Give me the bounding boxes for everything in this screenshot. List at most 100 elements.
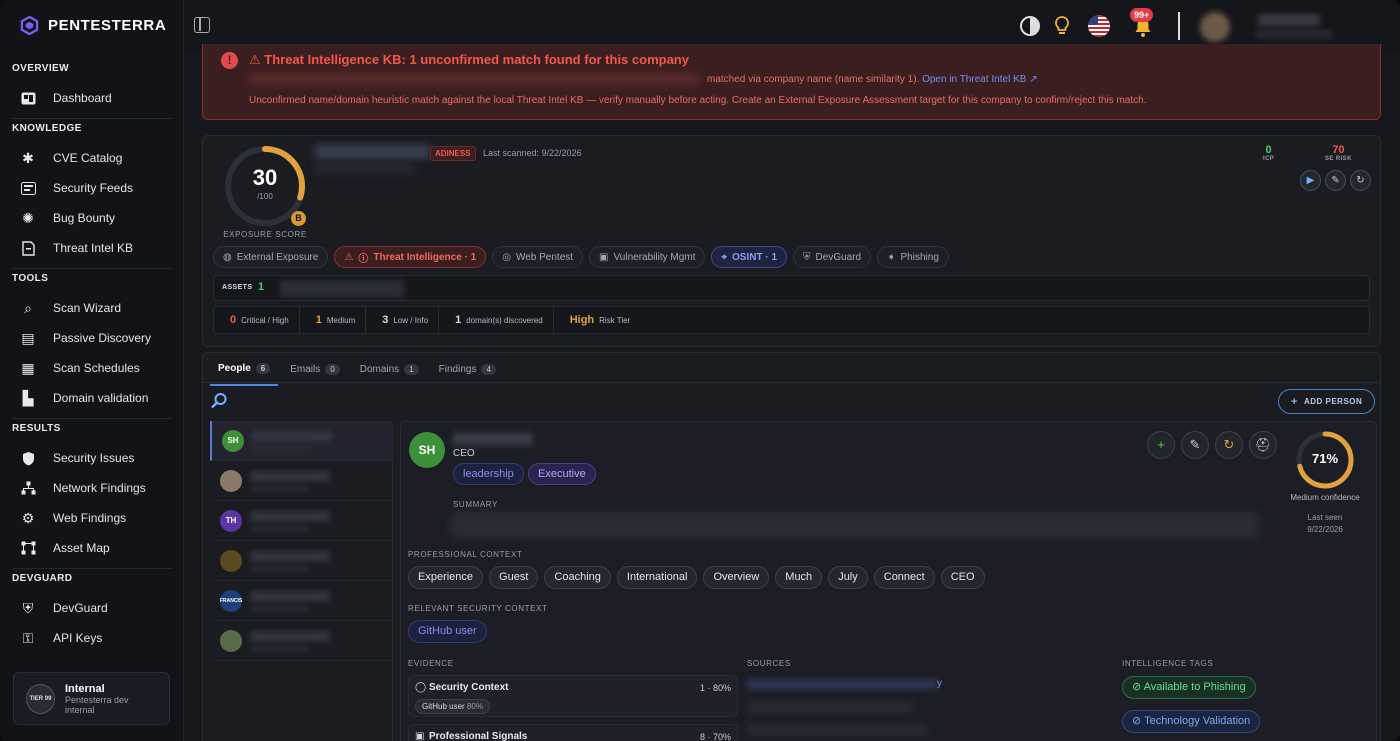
person-row[interactable]: FRANCIS bbox=[210, 581, 393, 621]
nav-bug-bounty[interactable]: ✺ Bug Bounty bbox=[20, 210, 115, 226]
summary-redacted bbox=[451, 512, 1259, 538]
organization-switcher[interactable]: TIER 99 Internal Pentesterra dev interna… bbox=[13, 672, 170, 725]
button-label: ADD PERSON bbox=[1303, 397, 1363, 406]
nav-dashboard[interactable]: Dashboard bbox=[20, 90, 112, 106]
context-tag: July bbox=[828, 566, 868, 589]
stat-label: domain(s) discovered bbox=[466, 315, 543, 325]
source-link-suffix: y bbox=[937, 678, 942, 689]
stat-domains: 1 domain(s) discovered bbox=[439, 306, 554, 334]
kpi-label: SE RISK bbox=[1325, 156, 1352, 162]
security-context-tag: GitHub user bbox=[408, 620, 487, 643]
asset-redacted[interactable] bbox=[280, 280, 404, 297]
chip-label: Vulnerability Mgmt bbox=[613, 251, 696, 263]
bug-icon: ✺ bbox=[22, 209, 34, 226]
nav-devguard[interactable]: ⛨ DevGuard bbox=[20, 600, 108, 616]
evidence-item[interactable]: ◯ Security Context 1 · 80% GitHub user 8… bbox=[408, 675, 738, 717]
section-overview: OVERVIEW bbox=[12, 63, 69, 74]
nav-cve-catalog[interactable]: ✱ CVE Catalog bbox=[20, 150, 122, 166]
edit-person-button[interactable]: ✎ bbox=[1181, 431, 1209, 459]
source-link-redacted[interactable] bbox=[747, 724, 927, 735]
section-results: RESULTS bbox=[12, 423, 61, 434]
alert-match-text: matched via company name (name similarit… bbox=[707, 74, 920, 85]
refresh-button[interactable]: ↻ bbox=[1350, 170, 1371, 191]
chip-label: DevGuard bbox=[815, 251, 862, 263]
user-avatar[interactable] bbox=[1200, 12, 1230, 42]
sidebar-toggle-icon[interactable] bbox=[194, 17, 210, 33]
source-link-redacted[interactable] bbox=[747, 679, 937, 690]
redacted-title bbox=[250, 485, 310, 491]
refresh-icon: ↻ bbox=[1223, 437, 1235, 452]
nav-scan-wizard[interactable]: ⌕ Scan Wizard bbox=[20, 300, 121, 316]
document-icon bbox=[20, 240, 36, 256]
tab-count: 0 bbox=[325, 364, 340, 375]
nav-label: Asset Map bbox=[53, 541, 110, 555]
nav-threat-intel-kb[interactable]: Threat Intel KB bbox=[20, 240, 133, 256]
pencil-icon: ✎ bbox=[1331, 175, 1340, 186]
nav-passive-discovery[interactable]: ▤ Passive Discovery bbox=[20, 330, 151, 346]
add-person-button[interactable]: + ADD PERSON bbox=[1278, 389, 1376, 414]
chip-web-pentest[interactable]: ◎ Web Pentest bbox=[492, 246, 584, 268]
person-photo-avatar bbox=[220, 630, 242, 652]
building-icon: ▙ bbox=[22, 389, 34, 406]
person-row[interactable] bbox=[210, 461, 393, 501]
nav-asset-map[interactable]: Asset Map bbox=[20, 540, 110, 556]
spy-button[interactable]: ⛑ bbox=[1249, 431, 1277, 459]
chip-osint[interactable]: ⌖ OSINT · 1 bbox=[711, 246, 788, 268]
add-button[interactable]: + bbox=[1147, 431, 1175, 459]
sources-label: SOURCES bbox=[747, 659, 791, 668]
us-flag-icon[interactable] bbox=[1088, 15, 1110, 37]
nav-scan-schedules[interactable]: ▦ Scan Schedules bbox=[20, 360, 139, 376]
stat-label: Low / Info bbox=[393, 315, 429, 325]
redacted-name bbox=[250, 472, 330, 481]
nav-web-findings[interactable]: ⚙ Web Findings bbox=[20, 510, 126, 526]
chip-phishing[interactable]: ➧ Phishing bbox=[877, 246, 949, 268]
nav-api-keys[interactable]: ⚿ API Keys bbox=[20, 630, 103, 646]
spy-icon: ⛑ bbox=[1254, 437, 1272, 452]
last-seen-label: Last seen bbox=[1307, 513, 1343, 522]
nav-security-feeds[interactable]: Security Feeds bbox=[20, 180, 133, 196]
person-row[interactable]: TH bbox=[210, 501, 393, 541]
nav-label: Threat Intel KB bbox=[53, 241, 134, 255]
person-photo-avatar bbox=[220, 470, 242, 492]
nav-domain-validation[interactable]: ▙ Domain validation bbox=[20, 389, 149, 406]
chip-external-exposure[interactable]: ◍ External Exposure bbox=[213, 246, 329, 268]
run-scan-button[interactable]: ▶ bbox=[1300, 170, 1321, 191]
search-icon[interactable] bbox=[210, 392, 228, 410]
exposure-score-label: EXPOSURE SCORE bbox=[223, 230, 307, 239]
refresh-icon: ↻ bbox=[1356, 175, 1365, 186]
evidence-score: 1 · 80% bbox=[699, 683, 731, 693]
source-link-redacted[interactable] bbox=[747, 702, 913, 713]
notification-count-badge: 99+ bbox=[1130, 8, 1154, 22]
person-row[interactable]: SH bbox=[210, 421, 393, 461]
nav-label: API Keys bbox=[53, 631, 103, 645]
plus-icon: + bbox=[1291, 395, 1298, 408]
chip-label: GitHub user bbox=[422, 702, 465, 711]
shield-icon bbox=[20, 450, 36, 466]
divider bbox=[1178, 12, 1180, 40]
section-knowledge: KNOWLEDGE bbox=[12, 123, 82, 134]
edit-company-button[interactable]: ✎ bbox=[1325, 170, 1346, 191]
stat-label: Medium bbox=[326, 315, 356, 325]
alert-detail: matched via company name (name similarit… bbox=[707, 74, 1038, 85]
brand-name: PENTESTERRA bbox=[48, 17, 167, 34]
brand-logo[interactable]: PENTESTERRA bbox=[20, 16, 166, 35]
evidence-item[interactable]: ▣ Professional Signals 8 · 70% bbox=[408, 724, 738, 741]
chip-devguard[interactable]: ⛨ DevGuard bbox=[793, 246, 872, 268]
context-tag: Experience bbox=[408, 566, 484, 589]
assets-bar: ASSETS 1 bbox=[213, 275, 1370, 301]
open-threat-intel-link[interactable]: Open in Threat Intel KB ↗ bbox=[922, 74, 1037, 85]
nav-security-issues[interactable]: Security Issues bbox=[20, 450, 134, 466]
person-detail: SH CEO leadership Executive SUMMARY + ✎ … bbox=[400, 421, 1377, 741]
chip-label: External Exposure bbox=[236, 251, 319, 263]
person-row[interactable] bbox=[210, 541, 393, 581]
nav-network-findings[interactable]: Network Findings bbox=[20, 480, 146, 496]
refresh-person-button[interactable]: ↻ bbox=[1215, 431, 1243, 459]
theme-toggle-icon[interactable] bbox=[1019, 15, 1041, 37]
chip-vulnerability-mgmt[interactable]: ▣ Vulnerability Mgmt bbox=[589, 246, 706, 268]
chip-label: Threat Intelligence · 1 bbox=[373, 251, 477, 263]
tag-executive: Executive bbox=[528, 463, 596, 485]
divider bbox=[12, 568, 172, 569]
lightbulb-icon[interactable] bbox=[1051, 15, 1073, 37]
person-row[interactable] bbox=[210, 621, 393, 661]
chip-threat-intelligence[interactable]: ⚠ ⓘ Threat Intelligence · 1 bbox=[334, 246, 487, 268]
